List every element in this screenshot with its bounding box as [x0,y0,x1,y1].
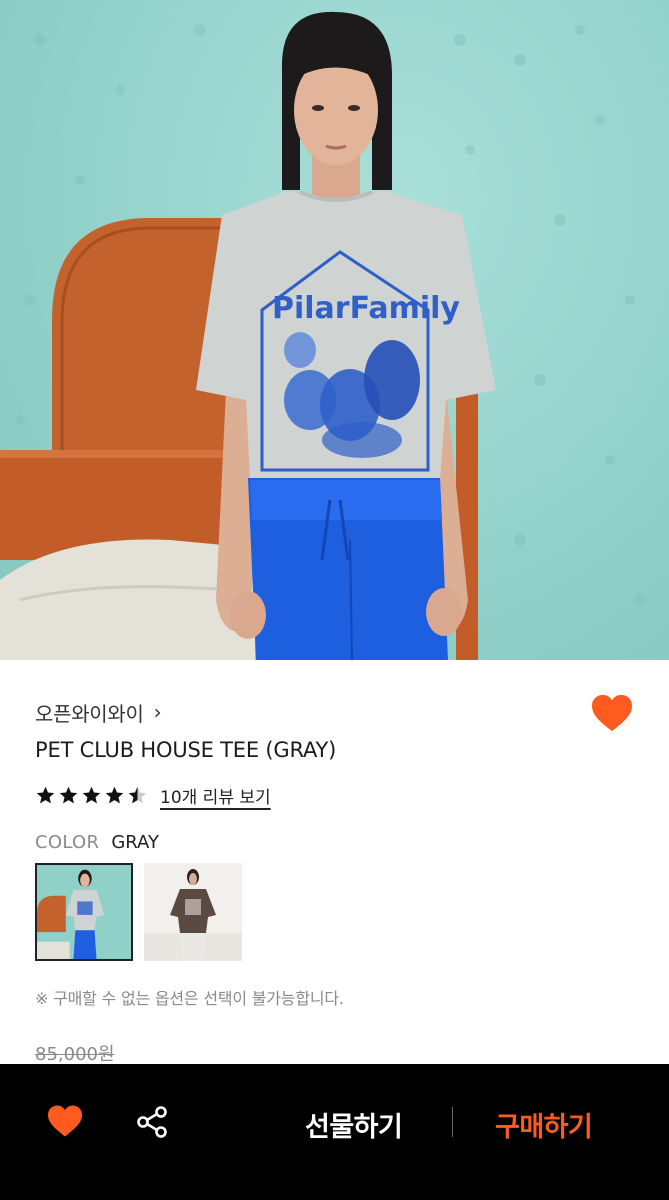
original-price: 85,000원 [35,1044,115,1065]
star-icon [59,786,78,804]
star-icon [36,786,55,804]
color-row: COLOR GRAY [35,832,159,853]
star-rating [35,785,148,806]
divider [452,1107,453,1137]
star-icon [82,786,101,804]
shirt-print-text: PilarFamily [272,291,460,326]
review-link[interactable]: 10개 리뷰 보기 [160,783,271,808]
color-swatches [35,863,242,961]
bottom-action-bar: 선물하기 구매하기 [0,1064,669,1200]
star-half-icon [128,786,147,804]
product-info-section: 오픈와이와이 › PET CLUB HOUSE TEE (GRAY) 10개 리… [0,660,669,1065]
brand-name[interactable]: 오픈와이와이 [35,698,144,727]
swatch-gray[interactable] [35,863,133,961]
swatch-brown[interactable] [144,863,242,961]
color-label: COLOR [35,832,100,853]
option-notice: ※ 구매할 수 없는 옵션은 선택이 불가능합니다. [35,989,344,1008]
buy-button[interactable]: 구매하기 [495,1105,593,1144]
heart-icon[interactable] [46,1104,84,1138]
brand-link[interactable]: 오픈와이와이 › [35,698,162,727]
color-value: GRAY [111,832,159,853]
product-title: PET CLUB HOUSE TEE (GRAY) [35,738,337,762]
star-icon [105,786,124,804]
chevron-right-icon: › [153,699,162,724]
product-photo: PilarFamily [0,0,669,660]
heart-icon[interactable] [590,693,634,733]
share-icon[interactable] [135,1105,169,1139]
rating-row: 10개 리뷰 보기 [35,783,271,808]
gift-button[interactable]: 선물하기 [305,1105,403,1144]
